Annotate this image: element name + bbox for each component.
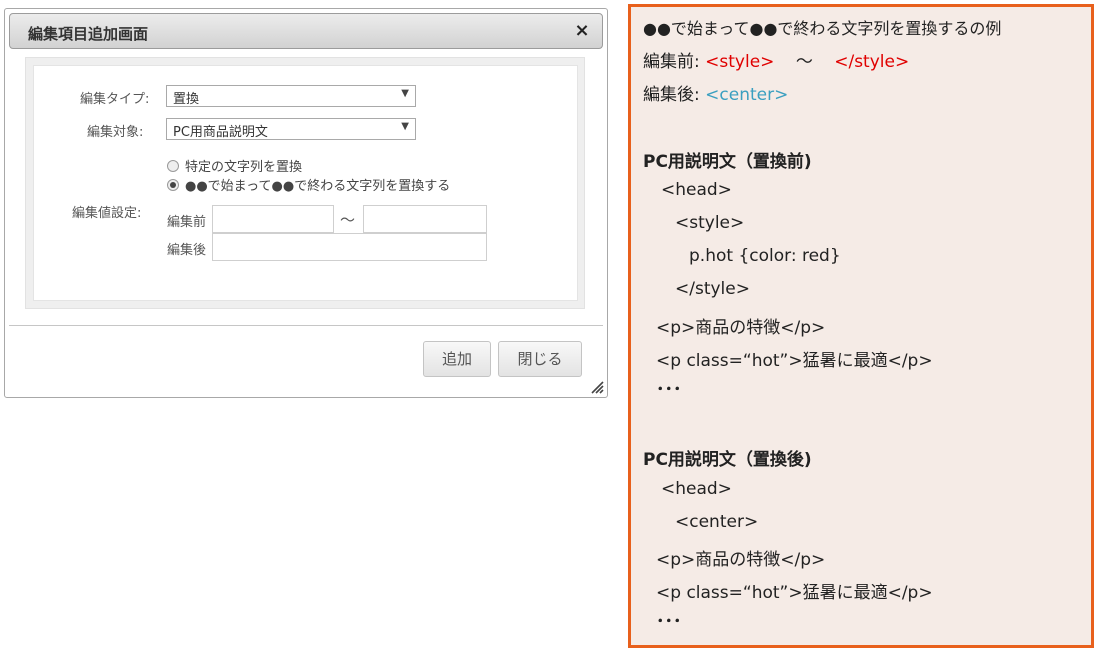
add-button[interactable]: 追加 [423, 341, 491, 377]
resize-grip-icon[interactable] [590, 380, 604, 394]
note-after-value: <center> [705, 85, 789, 105]
code-line-p1: <p>商品の特徴</p> [656, 318, 826, 338]
edit-value-label: 編集値設定: [72, 206, 142, 221]
code-line-style-open: <style> [675, 213, 745, 233]
note-after-label: 編集後: [643, 85, 700, 105]
radio-button[interactable] [167, 160, 179, 172]
before-end-input[interactable] [363, 205, 487, 233]
code-line-ellipsis: ･･･ [656, 380, 682, 400]
section-before-title: PC用説明文（置換前) [643, 152, 812, 172]
close-button[interactable]: 閉じる [498, 341, 582, 377]
code-line-p2: <p class=“hot”>猛暑に最適</p> [656, 351, 933, 371]
code-line-p1: <p>商品の特徴</p> [656, 550, 826, 570]
close-icon[interactable]: × [572, 21, 592, 41]
footer-divider [9, 325, 603, 326]
note-before-label: 編集前: [643, 52, 700, 72]
note-before-row: 編集前: <style> 〜 </style> [643, 47, 909, 72]
radio-option-start-end-string[interactable]: ●●で始まって●●で終わる文字列を置換する [167, 175, 450, 194]
edit-target-label: 編集対象: [87, 125, 144, 140]
edit-target-select[interactable]: PC用商品説明文 ▼ [166, 118, 416, 140]
section-after-title: PC用説明文（置換後) [643, 450, 812, 470]
edit-type-value: 置換 [173, 92, 200, 107]
replace-example-note: ●●で始まって●●で終わる文字列を置換するの例 編集前: <style> 〜 <… [628, 4, 1094, 648]
note-before-end: </style> [834, 52, 910, 72]
radio-label: ●●で始まって●●で終わる文字列を置換する [185, 179, 451, 194]
note-after-row: 編集後: <center> [643, 80, 788, 105]
radio-option-specific-string[interactable]: 特定の文字列を置換 [167, 156, 302, 175]
edit-target-value: PC用商品説明文 [173, 125, 268, 140]
radio-label: 特定の文字列を置換 [185, 160, 303, 175]
code-line-style-close: </style> [675, 279, 750, 299]
code-line-center: <center> [675, 512, 759, 532]
code-line-head: <head> [661, 180, 732, 200]
range-tilde: 〜 [340, 211, 356, 229]
radio-button[interactable] [167, 179, 179, 191]
note-before-start: <style> [705, 52, 775, 72]
form-panel: 編集タイプ: 置換 ▼ 編集対象: PC用商品説明文 ▼ 編集値設定: 特定の文… [33, 65, 578, 301]
before-label: 編集前 [167, 215, 207, 230]
edit-item-dialog: 編集項目追加画面 × 編集タイプ: 置換 ▼ 編集対象: PC用商品説明文 ▼ … [4, 8, 608, 398]
form-area: 編集タイプ: 置換 ▼ 編集対象: PC用商品説明文 ▼ 編集値設定: 特定の文… [25, 57, 585, 309]
code-line-p2: <p class=“hot”>猛暑に最適</p> [656, 583, 933, 603]
edit-type-select[interactable]: 置換 ▼ [166, 85, 416, 107]
code-line-ellipsis: ･･･ [656, 612, 682, 632]
before-start-input[interactable] [212, 205, 334, 233]
dropdown-arrow-icon: ▼ [401, 121, 409, 132]
code-line-style-rule: p.hot {color: red} [689, 246, 841, 266]
dialog-titlebar[interactable]: 編集項目追加画面 × [9, 13, 603, 49]
code-line-head: <head> [661, 479, 732, 499]
after-label: 編集後 [167, 243, 207, 258]
note-before-tilde: 〜 [795, 52, 813, 72]
edit-type-label: 編集タイプ: [80, 92, 150, 107]
after-input[interactable] [212, 233, 487, 261]
note-heading: ●●で始まって●●で終わる文字列を置換するの例 [643, 19, 1002, 38]
dialog-title: 編集項目追加画面 [28, 25, 149, 43]
dropdown-arrow-icon: ▼ [401, 88, 409, 99]
